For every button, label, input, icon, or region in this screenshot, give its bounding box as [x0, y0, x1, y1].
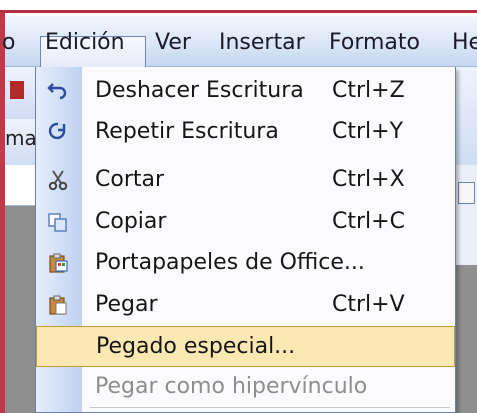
menu-item-pegar[interactable]: Pegar Ctrl+V [36, 285, 455, 326]
menu-item-label: Portapapeles de Office... [95, 250, 365, 275]
menu-item-label: Repetir Escritura [95, 119, 279, 144]
workspace-fragment-right [456, 265, 477, 413]
menu-item-portapapeles[interactable]: Portapapeles de Office... [36, 243, 455, 284]
field-fragment-left [5, 165, 35, 206]
menu-separator [90, 407, 450, 408]
menu-item-label: Pegar [95, 292, 158, 317]
menu-item-shortcut: Ctrl+Y [332, 119, 404, 144]
menu-item-shortcut: Ctrl+C [332, 209, 405, 234]
menu-item-help-partial-left[interactable]: o [2, 30, 15, 55]
menu-item-shortcut: Ctrl+X [332, 167, 405, 192]
menu-item-repetir[interactable]: Repetir Escritura Ctrl+Y [36, 112, 455, 153]
menu-item-deshacer[interactable]: Deshacer Escritura Ctrl+Z [36, 71, 455, 112]
menu-item-cortar[interactable]: Cortar Ctrl+X [36, 160, 455, 201]
menu-item-label: Copiar [95, 209, 167, 234]
menu-item-label: Pegar como hipervínculo [95, 374, 368, 399]
menu-item-formato[interactable]: Formato [329, 30, 420, 55]
menu-item-shortcut: Ctrl+Z [332, 78, 405, 103]
menu-item-help-partial[interactable]: He [452, 30, 477, 55]
menu-item-copiar[interactable]: Copiar Ctrl+C [36, 202, 455, 243]
menu-item-insertar[interactable]: Insertar [219, 30, 305, 55]
edicion-dropdown-menu: Deshacer Escritura Ctrl+Z Repetir Escrit… [35, 67, 456, 413]
menu-item-label: Cortar [95, 167, 165, 192]
toolbar-button-fragment-right[interactable] [458, 182, 475, 204]
field-fragment-right [456, 165, 477, 265]
menu-item-ver[interactable]: Ver [155, 30, 191, 55]
menu-item-label: Deshacer Escritura [95, 78, 304, 103]
undo-icon [46, 80, 70, 102]
toolbar-icon-fragment [10, 81, 24, 99]
paste-icon [46, 294, 70, 316]
scissors-icon [46, 169, 70, 191]
copy-icon [46, 211, 70, 233]
menu-item-shortcut: Ctrl+V [332, 292, 405, 317]
window-frame-top [0, 0, 477, 13]
menu-bar: o Edición Ver Insertar Formato He [2, 16, 477, 85]
style-box-fragment-text: ma [5, 126, 37, 150]
redo-icon [46, 121, 70, 143]
office-clipboard-icon [46, 252, 70, 274]
menu-item-pegado-especial[interactable]: Pegado especial... [36, 326, 455, 367]
menu-item-edicion[interactable]: Edición [45, 30, 125, 55]
toolbar-fragment-right [456, 67, 477, 165]
menu-item-pegar-hipervinculo[interactable]: Pegar como hipervínculo [36, 367, 455, 408]
workspace-fragment-left [5, 206, 35, 413]
menu-item-label: Pegado especial... [96, 334, 296, 359]
